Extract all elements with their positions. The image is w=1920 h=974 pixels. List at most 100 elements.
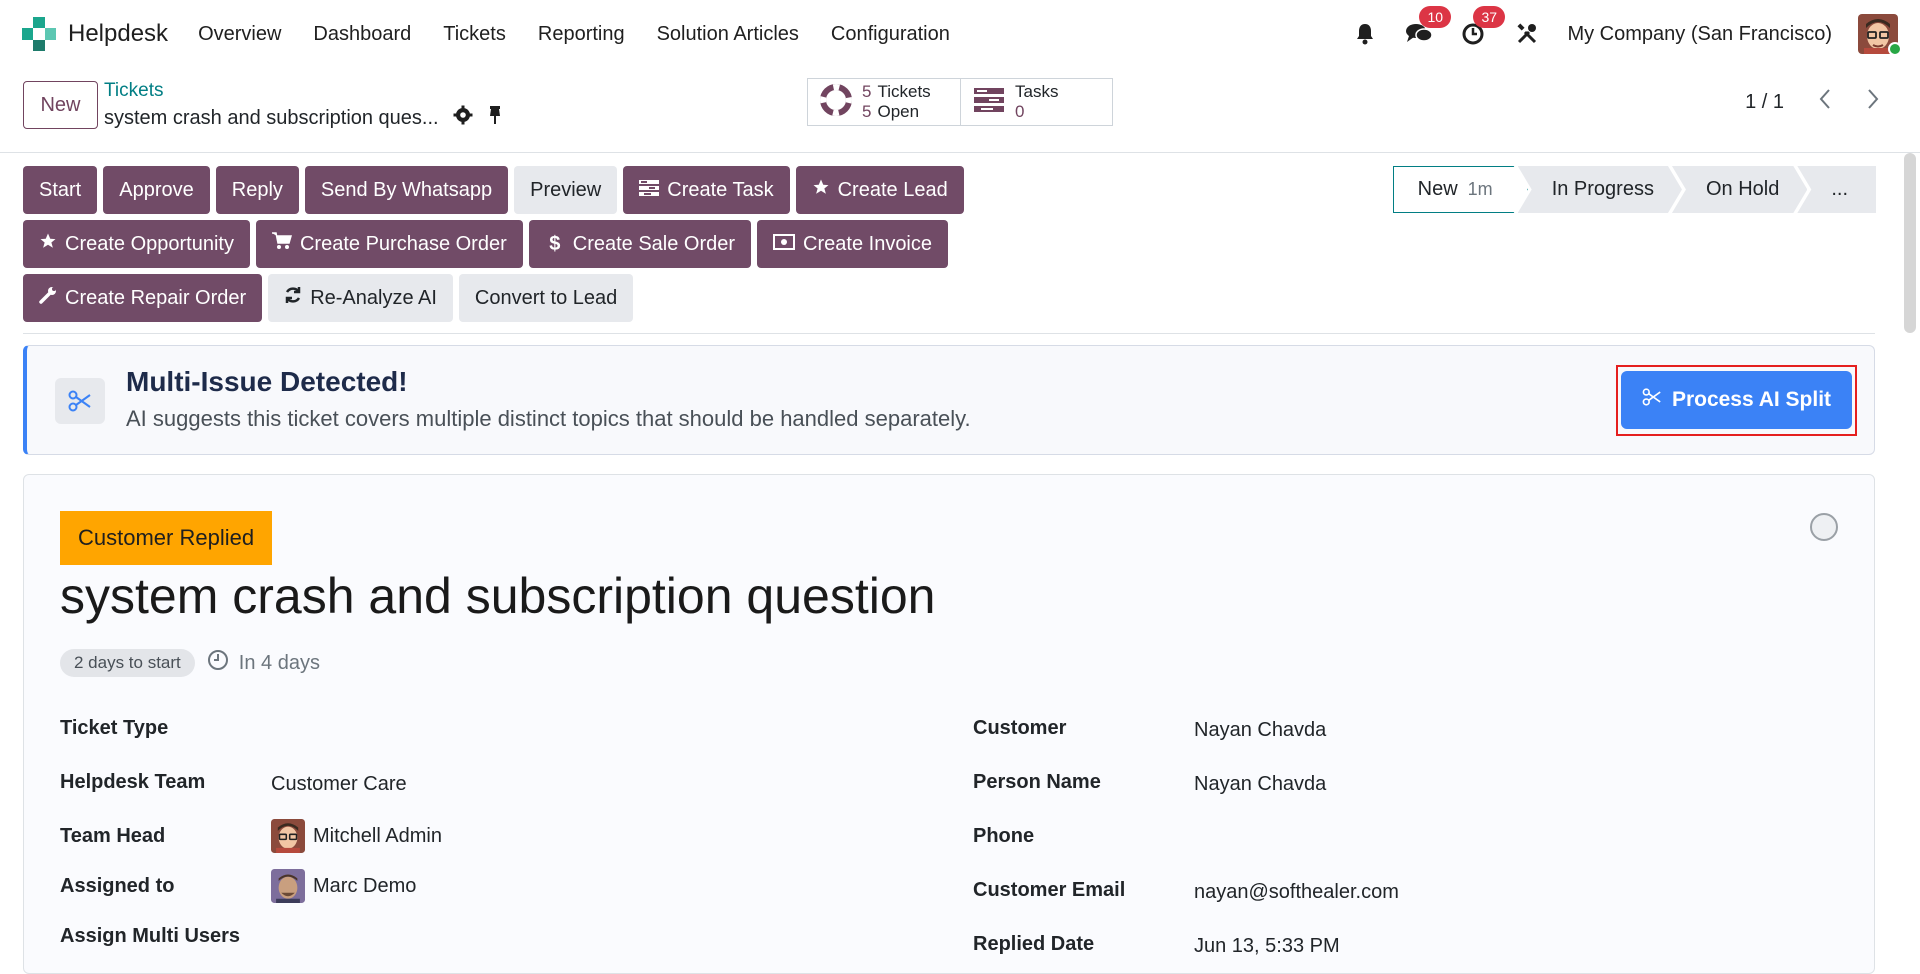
ticket-type-field[interactable]: [271, 717, 871, 743]
approve-button[interactable]: Approve: [103, 166, 210, 214]
preview-button[interactable]: Preview: [514, 166, 618, 214]
team-head-value: Mitchell Admin: [313, 824, 442, 847]
customer-email-field[interactable]: nayan@softhealer.com: [1194, 881, 1399, 904]
chat-icon[interactable]: 10: [1405, 6, 1452, 48]
messages-badge: 10: [1419, 6, 1452, 28]
avatar: [271, 819, 305, 853]
app-logo[interactable]: Helpdesk: [22, 17, 168, 51]
create-lead-button[interactable]: Create Lead: [795, 166, 964, 214]
scissors-icon: [55, 378, 105, 424]
gear-icon[interactable]: [453, 105, 473, 131]
assign-multi-users-field[interactable]: [271, 925, 871, 951]
create-purchase-order-button[interactable]: Create Purchase Order: [255, 220, 523, 268]
helpdesk-logo-icon: [22, 17, 56, 51]
sla-deadline-text: In 4 days: [238, 651, 320, 674]
app-name: Helpdesk: [68, 20, 169, 47]
approve-button-label: Approve: [119, 178, 194, 201]
pin-icon[interactable]: [487, 105, 503, 131]
menu-tickets[interactable]: Tickets: [443, 23, 506, 46]
customer-field[interactable]: Nayan Chavda: [1194, 719, 1326, 742]
button-row-3: Create Repair Order Re-Analyze AI Conver…: [23, 274, 1483, 322]
button-row-2: Create Opportunity Create Purchase Order…: [23, 220, 1483, 268]
tools-icon[interactable]: [1513, 20, 1541, 48]
phone-field[interactable]: [1194, 825, 1794, 851]
clock-icon: [207, 649, 229, 677]
stage-duration: 1m: [1467, 179, 1493, 199]
chevron-right-icon[interactable]: [1866, 88, 1880, 116]
chevron-left-icon[interactable]: [1818, 88, 1832, 116]
replied-date-field[interactable]: Jun 13, 5:33 PM: [1194, 935, 1340, 958]
stage-more-button[interactable]: ...: [1797, 166, 1876, 213]
user-avatar[interactable]: [1858, 14, 1902, 56]
cart-icon: [271, 232, 292, 256]
pager-value[interactable]: 1 / 1: [1745, 91, 1784, 114]
reanalyze-ai-button[interactable]: Re-Analyze AI: [268, 274, 453, 322]
alert-text: AI suggests this ticket covers multiple …: [126, 406, 971, 431]
stat-tasks-label: Tasks: [1015, 82, 1059, 101]
sla-deadline-in: In 4 days: [207, 649, 320, 677]
avatar: [271, 869, 305, 903]
process-ai-split-label: Process AI Split: [1671, 388, 1832, 411]
create-invoice-button[interactable]: Create Invoice: [757, 220, 949, 268]
field-label-assign-multi-users: Assign Multi Users: [60, 925, 241, 947]
company-switcher[interactable]: My Company (San Francisco): [1567, 23, 1832, 46]
menu-solution-articles[interactable]: Solution Articles: [657, 23, 799, 46]
status-tag: Customer Replied: [60, 511, 273, 565]
menu-dashboard[interactable]: Dashboard: [313, 23, 411, 46]
reply-button[interactable]: Reply: [215, 166, 299, 214]
convert-to-lead-button[interactable]: Convert to Lead: [458, 274, 634, 322]
create-repair-order-button[interactable]: Create Repair Order: [23, 274, 263, 322]
stat-tasks-button[interactable]: Tasks 0: [960, 78, 1113, 126]
stage-on-hold[interactable]: On Hold: [1672, 166, 1807, 213]
clock-icon[interactable]: 37: [1459, 6, 1506, 48]
process-ai-split-button[interactable]: Process AI Split: [1621, 371, 1852, 429]
create-opportunity-button[interactable]: Create Opportunity: [23, 220, 250, 268]
create-task-button[interactable]: Create Task: [623, 166, 790, 214]
dollar-icon: $: [549, 232, 561, 255]
stat-open-label: Open: [877, 102, 920, 121]
start-button[interactable]: Start: [23, 166, 98, 214]
online-status-dot: [1888, 42, 1902, 56]
breadcrumb-tickets[interactable]: Tickets: [104, 80, 163, 102]
field-label-ticket-type: Ticket Type: [60, 717, 169, 739]
stage-in-progress[interactable]: In Progress: [1518, 166, 1682, 213]
breadcrumb-record: system crash and subscription ques...: [104, 105, 503, 131]
highlight-frame: Process AI Split: [1616, 365, 1857, 436]
person-name-field[interactable]: Nayan Chavda: [1194, 773, 1326, 796]
stage-new-label: New: [1417, 178, 1458, 200]
helpdesk-team-field[interactable]: Customer Care: [271, 773, 407, 796]
star-icon: [39, 232, 57, 256]
menu-configuration[interactable]: Configuration: [831, 23, 950, 46]
create-sale-order-button[interactable]: $ Create Sale Order: [528, 220, 752, 268]
field-label-customer: Customer: [973, 717, 1067, 739]
field-label-helpdesk-team: Helpdesk Team: [60, 771, 206, 793]
stage-new[interactable]: New 1m: [1393, 166, 1528, 213]
bell-icon[interactable]: [1351, 20, 1379, 48]
sla-pill: 2 days to start: [60, 649, 195, 677]
star-icon: [812, 178, 830, 202]
activities-badge: 37: [1473, 6, 1506, 28]
top-navbar: Helpdesk Overview Dashboard Tickets Repo…: [0, 0, 1920, 68]
team-head-field[interactable]: Mitchell Admin: [271, 819, 442, 853]
new-button[interactable]: New: [23, 81, 98, 129]
button-row-1: Start Approve Reply Send By Whatsapp Pre…: [23, 166, 1483, 214]
menu-reporting[interactable]: Reporting: [538, 23, 625, 46]
field-label-team-head: Team Head: [60, 825, 166, 847]
menu-overview[interactable]: Overview: [198, 23, 281, 46]
send-whatsapp-button[interactable]: Send By Whatsapp: [304, 166, 509, 214]
lifebuoy-icon: [820, 83, 852, 121]
header-divider: [23, 333, 1875, 334]
stat-tickets-button[interactable]: 5 Tickets 5 Open: [807, 78, 962, 126]
tasks-icon: [973, 86, 1005, 119]
money-icon: [773, 233, 796, 256]
create-lead-label: Create Lead: [837, 178, 948, 201]
tasks-icon: [639, 179, 660, 202]
systray: 10 37 My Company (San Francisco): [1351, 6, 1902, 56]
pager: 1 / 1: [1745, 88, 1880, 116]
stat-tickets-count: 5: [862, 82, 872, 101]
refresh-icon: [284, 286, 302, 310]
assigned-to-field[interactable]: Marc Demo: [271, 869, 416, 903]
ticket-title[interactable]: system crash and subscription question: [60, 567, 935, 625]
priority-toggle[interactable]: [1810, 513, 1838, 541]
page-scrollbar[interactable]: [1904, 153, 1916, 333]
